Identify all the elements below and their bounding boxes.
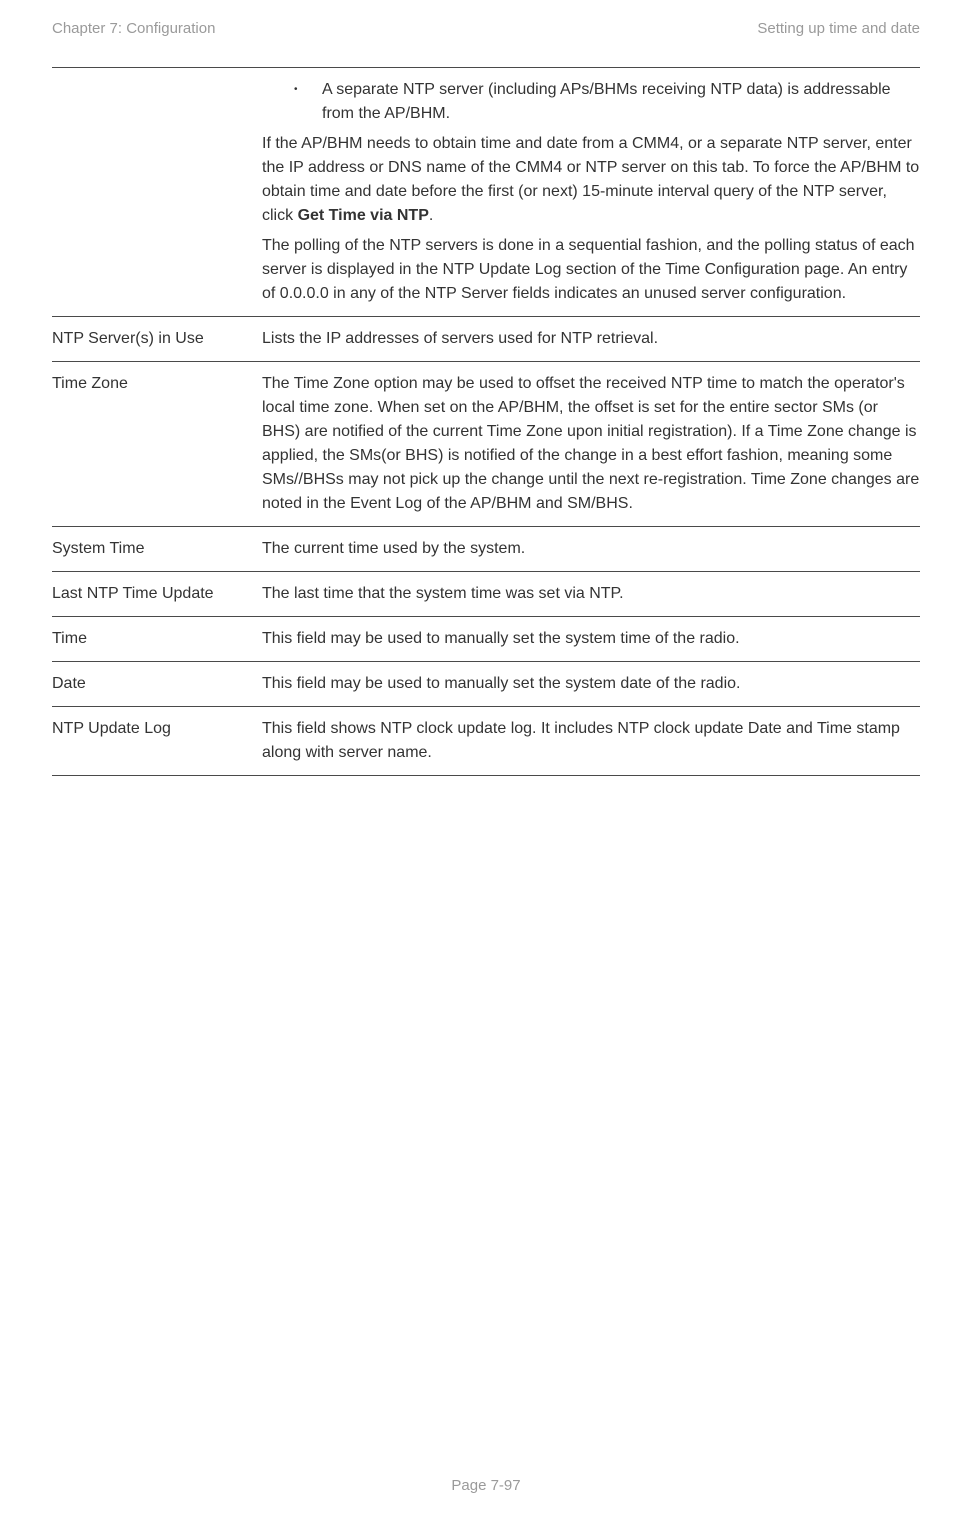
table-row: Time This field may be used to manually … [52, 617, 920, 662]
row-label: Last NTP Time Update [52, 582, 262, 606]
table-row: Last NTP Time Update The last time that … [52, 572, 920, 617]
paragraph: If the AP/BHM needs to obtain time and d… [262, 132, 920, 228]
row-label: Time Zone [52, 372, 262, 516]
row-label: NTP Update Log [52, 717, 262, 765]
row-description: The last time that the system time was s… [262, 582, 920, 606]
row-label [52, 78, 262, 306]
bullet-icon: • [294, 78, 322, 126]
table-row: NTP Update Log This field shows NTP cloc… [52, 707, 920, 776]
row-description: Lists the IP addresses of servers used f… [262, 327, 920, 351]
attributes-table: • A separate NTP server (including APs/B… [52, 67, 920, 776]
chapter-title: Chapter 7: Configuration [52, 20, 215, 37]
text: . [429, 207, 433, 224]
paragraph: The polling of the NTP servers is done i… [262, 234, 920, 306]
row-label: Time [52, 627, 262, 651]
row-description: The Time Zone option may be used to offs… [262, 372, 920, 516]
table-row: Time Zone The Time Zone option may be us… [52, 362, 920, 527]
row-description: The current time used by the system. [262, 537, 920, 561]
table-row: System Time The current time used by the… [52, 527, 920, 572]
section-title: Setting up time and date [757, 20, 920, 37]
row-description: This field shows NTP clock update log. I… [262, 717, 920, 765]
table-row: • A separate NTP server (including APs/B… [52, 67, 920, 317]
table-row: NTP Server(s) in Use Lists the IP addres… [52, 317, 920, 362]
table-row: Date This field may be used to manually … [52, 662, 920, 707]
row-description: This field may be used to manually set t… [262, 627, 920, 651]
bullet-item: • A separate NTP server (including APs/B… [262, 78, 920, 126]
row-label: Date [52, 672, 262, 696]
row-label: NTP Server(s) in Use [52, 327, 262, 351]
page-header: Chapter 7: Configuration Setting up time… [52, 20, 920, 37]
row-description: This field may be used to manually set t… [262, 672, 920, 696]
row-description: • A separate NTP server (including APs/B… [262, 78, 920, 306]
page-number: Page 7-97 [0, 1477, 972, 1494]
bold-text: Get Time via NTP [298, 207, 429, 224]
bullet-text: A separate NTP server (including APs/BHM… [322, 78, 920, 126]
row-label: System Time [52, 537, 262, 561]
